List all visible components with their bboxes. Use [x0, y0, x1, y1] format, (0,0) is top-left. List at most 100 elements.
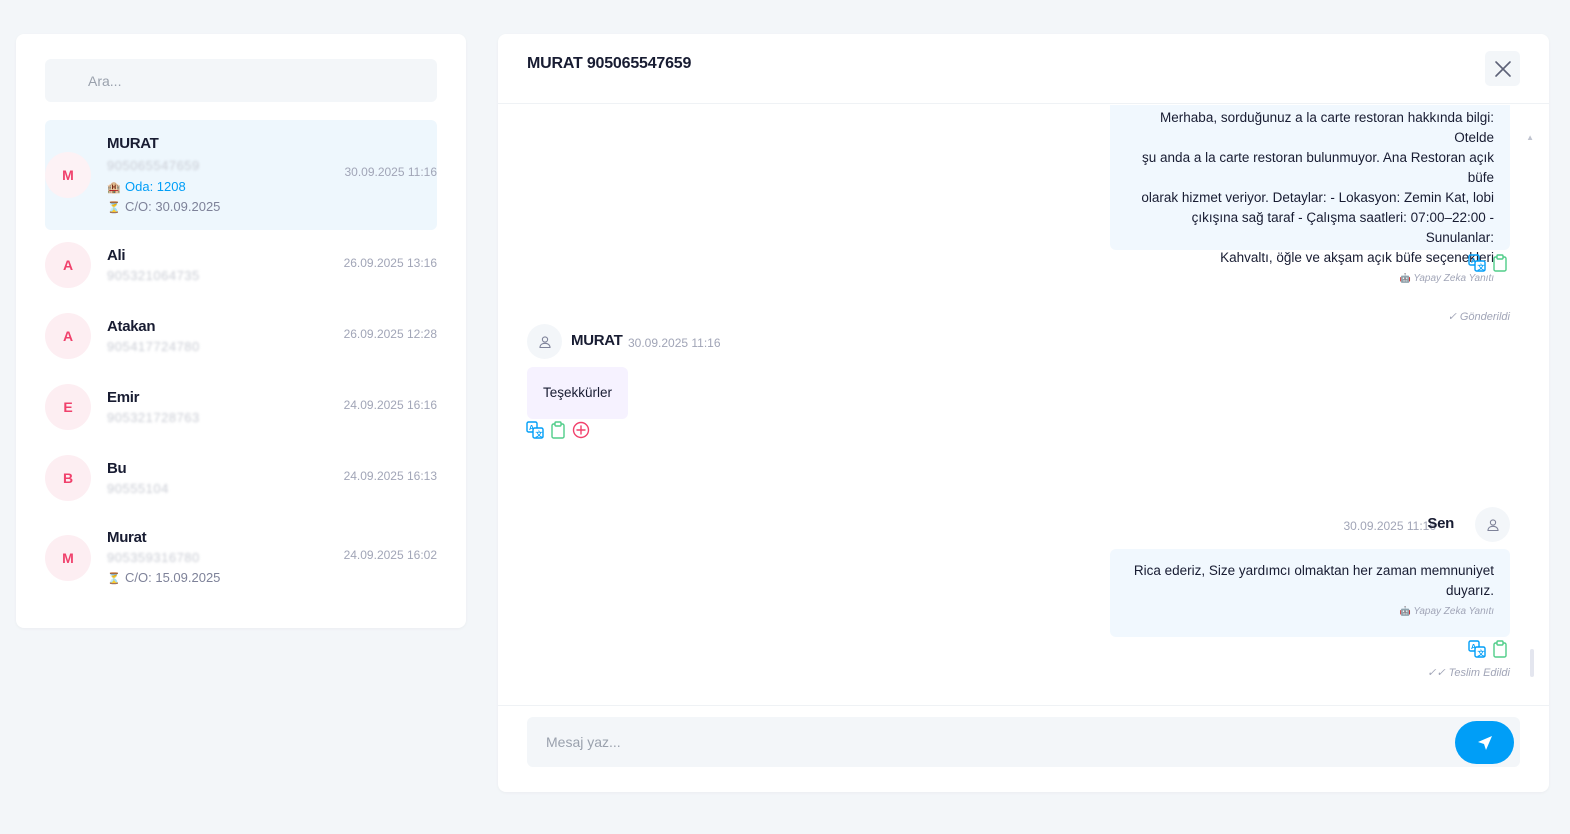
- status-label: Teslim Edildi: [1448, 667, 1510, 679]
- user-icon: [1486, 518, 1499, 531]
- message-list[interactable]: ▲ Merhaba, sorduğunuz a la carte restora…: [498, 105, 1549, 705]
- contact-time: 24.09.2025 16:13: [343, 469, 437, 483]
- message-line: Kahvaltı, öğle ve akşam açık büfe seçene…: [1220, 250, 1494, 265]
- user-icon: [538, 335, 551, 348]
- translate-icon[interactable]: A文: [1468, 254, 1486, 272]
- message-bubble-outgoing: Merhaba, sorduğunuz a la carte restoran …: [1110, 105, 1510, 284]
- sender-avatar: [527, 324, 562, 359]
- avatar: E: [45, 384, 91, 430]
- plus-circle-icon[interactable]: [572, 421, 590, 439]
- hourglass-icon: ⏳: [107, 202, 121, 214]
- message-bubble-outgoing: Rica ederiz, Size yardımcı olmaktan her …: [1110, 549, 1510, 637]
- avatar: B: [45, 455, 91, 501]
- translate-icon[interactable]: A文: [526, 421, 544, 439]
- send-button[interactable]: [1455, 721, 1514, 764]
- svg-text:A: A: [1471, 644, 1476, 651]
- contact-time: 24.09.2025 16:02: [343, 548, 437, 562]
- contact-name: Emir: [107, 389, 140, 406]
- sender-name: MURAT: [571, 332, 623, 349]
- translate-icon[interactable]: A文: [1468, 640, 1486, 658]
- ai-reply-label: Yapay Zeka Yanıtı: [1413, 273, 1494, 284]
- contact-phone: 90555104: [107, 481, 169, 496]
- chat-panel: MURAT 905065547659 ▲ Merhaba, sorduğunuz…: [498, 34, 1549, 792]
- sender-avatar: [1475, 507, 1510, 542]
- contact-name: MURAT: [107, 135, 159, 152]
- contact-time: 24.09.2025 16:16: [343, 398, 437, 412]
- search-box[interactable]: [45, 59, 437, 102]
- hotel-icon: 🏨: [107, 182, 121, 194]
- message-time: 30.09.2025 11:16: [628, 336, 721, 350]
- composer-area: [498, 705, 1549, 792]
- svg-text:A: A: [1471, 258, 1476, 265]
- close-icon: [1494, 60, 1511, 77]
- contact-phone: 905321728763: [107, 410, 200, 425]
- svg-text:A: A: [529, 425, 534, 432]
- svg-text:文: 文: [1478, 649, 1486, 658]
- double-check-icon: ✓✓: [1427, 667, 1446, 679]
- contact-phone: 905321064735: [107, 268, 200, 283]
- clipboard-icon[interactable]: [1491, 640, 1509, 658]
- contact-name: Murat: [107, 529, 147, 546]
- checkout-date: C/O: 30.09.2025: [125, 199, 221, 214]
- status-label: Gönderildi: [1459, 311, 1510, 323]
- contact-phone: 905359316780: [107, 550, 200, 565]
- hourglass-icon: ⏳: [107, 573, 121, 585]
- scrollbar-thumb[interactable]: [1530, 649, 1534, 677]
- scroll-up-arrow[interactable]: ▲: [1526, 133, 1534, 142]
- checkout-info: ⏳ C/O: 30.09.2025: [107, 199, 220, 214]
- svg-text:文: 文: [536, 430, 544, 439]
- message-time: 30.09.2025 11:16: [1343, 519, 1436, 533]
- contact-list-panel: M MURAT 905065547659 🏨 Oda: 1208 ⏳ C/O: 30…: [16, 34, 466, 628]
- avatar: M: [45, 152, 91, 198]
- message-bubble-incoming: Teşekkürler: [527, 367, 629, 419]
- message-line: şu anda a la carte restoran bulunmuyor. …: [1142, 150, 1494, 185]
- chat-title: MURAT 905065547659: [527, 55, 692, 72]
- message-input[interactable]: [527, 717, 1427, 767]
- contact-item-emir[interactable]: E Emir 905321728763 24.09.2025 16:16: [45, 382, 437, 432]
- message-line: çıkışına sağ taraf - Çalışma saatleri: 0…: [1191, 210, 1494, 245]
- contact-name: Ali: [107, 247, 126, 264]
- contact-item-bu[interactable]: B Bu 90555104 24.09.2025 16:13: [45, 453, 437, 503]
- contact-name: Atakan: [107, 318, 156, 335]
- checkout-info: ⏳ C/O: 15.09.2025: [107, 570, 220, 585]
- contact-item-ali[interactable]: A Ali 905321064735 26.09.2025 13:16: [45, 240, 437, 290]
- ai-reply-tag: 🤖 Yapay Zeka Yanıtı: [1126, 604, 1494, 619]
- contact-time: 30.09.2025 11:16: [344, 165, 437, 179]
- message-actions: A文: [526, 421, 590, 439]
- avatar: M: [45, 535, 91, 581]
- message-line: olarak hizmet veriyor. Detaylar: - Lokas…: [1141, 190, 1494, 205]
- message-actions: A文: [1468, 640, 1509, 658]
- ai-reply-tag: 🤖 Yapay Zeka Yanıtı: [1126, 271, 1494, 286]
- checkout-date: C/O: 15.09.2025: [125, 570, 221, 585]
- message-line: Merhaba, sorduğunuz a la carte restoran …: [1160, 110, 1494, 145]
- robot-icon: 🤖: [1399, 606, 1411, 616]
- avatar: A: [45, 313, 91, 359]
- ai-reply-label: Yapay Zeka Yanıtı: [1413, 606, 1494, 617]
- send-icon: [1477, 735, 1492, 750]
- message-actions: A文: [1468, 254, 1509, 272]
- chat-header: MURAT 905065547659: [498, 34, 1549, 104]
- room-info: 🏨 Oda: 1208: [107, 179, 186, 194]
- sender-name: Sen: [1427, 515, 1454, 532]
- avatar: A: [45, 242, 91, 288]
- close-button[interactable]: [1485, 51, 1520, 86]
- svg-text:文: 文: [1478, 263, 1486, 272]
- contact-name: Bu: [107, 460, 127, 477]
- message-line: duyarız.: [1445, 583, 1494, 598]
- contact-phone: 905417724780: [107, 339, 200, 354]
- check-icon: ✓: [1447, 311, 1457, 323]
- contact-time: 26.09.2025 13:16: [343, 256, 437, 270]
- contact-item-murat[interactable]: M MURAT 905065547659 🏨 Oda: 1208 ⏳ C/O: 30…: [45, 120, 437, 230]
- message-line: Rica ederiz, Size yardımcı olmaktan her …: [1133, 563, 1494, 578]
- clipboard-icon[interactable]: [1491, 254, 1509, 272]
- contact-time: 26.09.2025 12:28: [343, 327, 437, 341]
- contact-item-murat-2[interactable]: M Murat 905359316780 ⏳ C/O: 15.09.2025 24…: [45, 524, 437, 594]
- robot-icon: 🤖: [1399, 273, 1411, 283]
- clipboard-icon[interactable]: [549, 421, 567, 439]
- room-number: Oda: 1208: [125, 179, 186, 194]
- delivery-status: ✓ Gönderildi: [1448, 310, 1510, 323]
- search-input[interactable]: [45, 59, 437, 102]
- contact-phone: 905065547659: [107, 158, 200, 173]
- message-composer: [527, 717, 1520, 767]
- contact-item-atakan[interactable]: A Atakan 905417724780 26.09.2025 12:28: [45, 311, 437, 361]
